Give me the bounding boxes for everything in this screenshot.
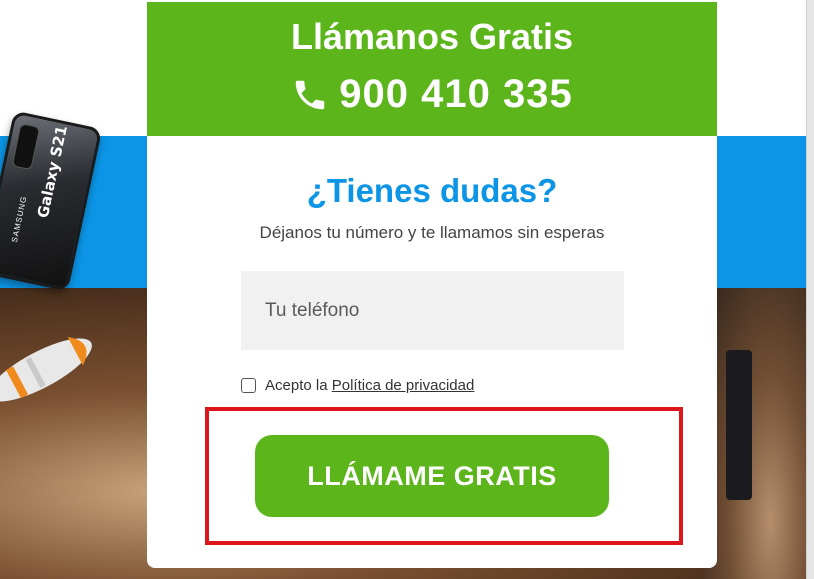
consent-prefix: Acepto la [265, 376, 328, 394]
phone-icon [296, 80, 325, 109]
privacy-checkbox[interactable] [241, 377, 256, 393]
scrollbar[interactable] [806, 0, 814, 579]
call-me-free-button[interactable]: LLÁMAME GRATIS [255, 435, 609, 517]
background-photo-right [704, 288, 814, 579]
phone-brand-text: SAMSUNG [9, 195, 29, 244]
form-question: ¿Tienes dudas? [306, 172, 558, 209]
background-device [726, 350, 752, 500]
header-title: Llámanos Gratis [290, 16, 574, 57]
consent-text: Acepto la Política de privacidad [265, 377, 474, 394]
consent-row: Acepto la Política de privacidad [241, 374, 474, 396]
phone-number-row[interactable]: 900 410 335 [147, 72, 717, 117]
camera-module [11, 123, 41, 171]
form-subtitle: Déjanos tu número y te llamamos sin espe… [259, 223, 605, 242]
privacy-policy-link[interactable]: Política de privacidad [332, 377, 475, 394]
callback-card: Llámanos Gratis 900 410 335 ¿Tienes duda… [147, 2, 717, 568]
phone-number: 900 410 335 [339, 72, 573, 116]
phone-input[interactable] [241, 271, 624, 350]
call-header: Llámanos Gratis 900 410 335 [147, 2, 717, 136]
